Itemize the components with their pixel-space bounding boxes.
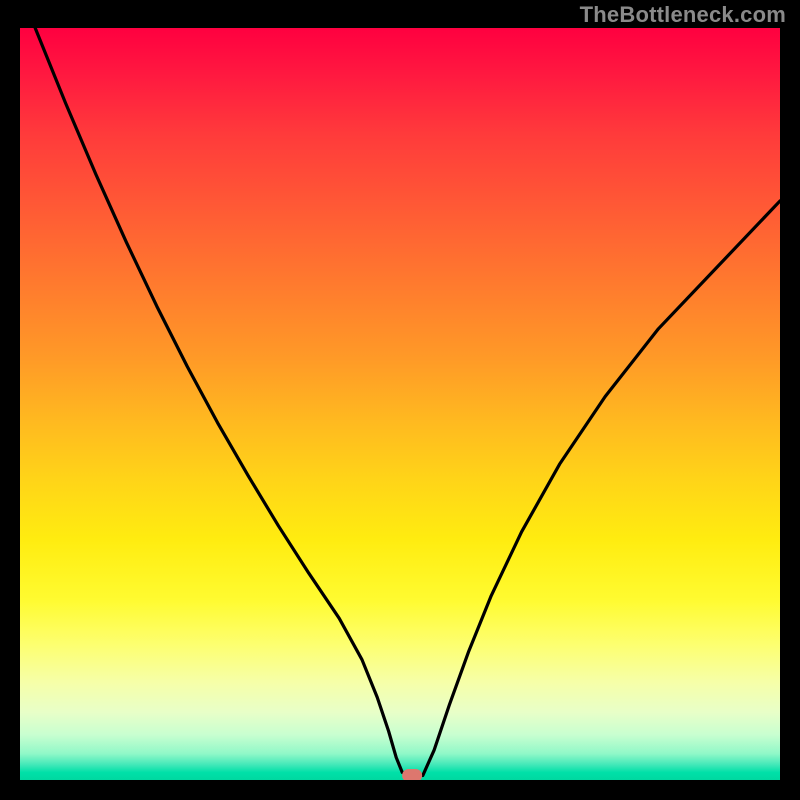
- curve-svg: [20, 28, 780, 780]
- watermark-text: TheBottleneck.com: [580, 2, 786, 28]
- curve-right: [423, 201, 780, 776]
- curve-left: [35, 28, 419, 775]
- plot-area: [20, 28, 780, 780]
- chart-frame: TheBottleneck.com: [0, 0, 800, 800]
- minimum-marker: [402, 769, 422, 780]
